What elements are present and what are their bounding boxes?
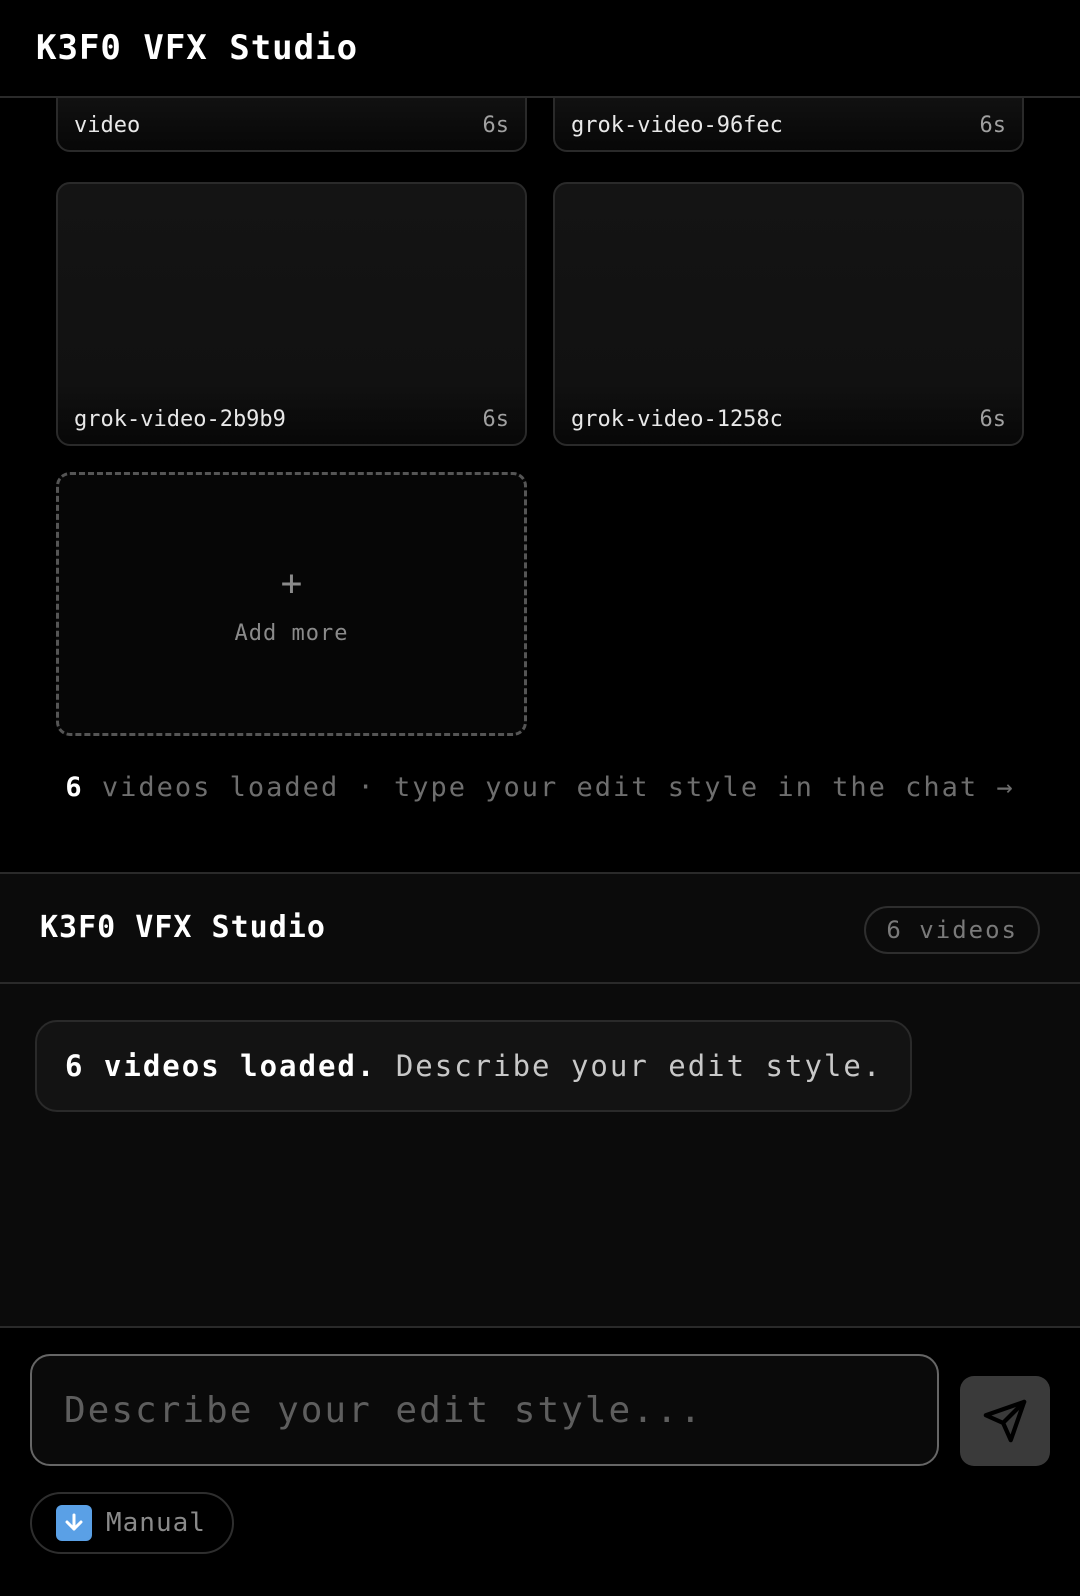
video-duration: 6s bbox=[482, 407, 510, 432]
chat-header: K3F0 VFX Studio 6 videos bbox=[0, 872, 1080, 984]
edit-style-input[interactable] bbox=[30, 1354, 939, 1466]
video-card[interactable]: grok-video-96fec 6s bbox=[553, 98, 1024, 152]
hint-text: videos loaded · type your edit style in … bbox=[101, 772, 1015, 803]
video-card[interactable]: video 6s bbox=[56, 98, 527, 152]
videos-count: 6 bbox=[65, 772, 84, 803]
video-duration: 6s bbox=[979, 113, 1007, 138]
videos-loaded-hint: 6 videos loaded · type your edit style i… bbox=[0, 772, 1080, 803]
send-icon bbox=[983, 1399, 1027, 1443]
video-card[interactable]: grok-video-2b9b9 6s bbox=[56, 182, 527, 446]
assistant-message: 6 videos loaded. Describe your edit styl… bbox=[35, 1020, 913, 1112]
message-emphasis: 6 videos loaded. bbox=[65, 1049, 377, 1083]
video-card[interactable]: grok-video-1258c 6s bbox=[553, 182, 1024, 446]
top-bar: K3F0 VFX Studio bbox=[0, 0, 1080, 98]
video-duration: 6s bbox=[979, 407, 1007, 432]
message-text: Describe your edit style. bbox=[395, 1049, 883, 1083]
add-more-button[interactable]: + Add more bbox=[56, 472, 527, 736]
download-arrow-icon bbox=[56, 1505, 92, 1541]
app-title: K3F0 VFX Studio bbox=[36, 28, 359, 68]
chat-composer: Manual bbox=[0, 1328, 1080, 1596]
video-name: grok-video-96fec bbox=[571, 113, 783, 138]
video-name: grok-video-1258c bbox=[571, 407, 783, 432]
chat-title: K3F0 VFX Studio bbox=[40, 910, 326, 945]
plus-icon: + bbox=[280, 563, 303, 604]
video-name: grok-video-2b9b9 bbox=[74, 407, 286, 432]
manual-download-button[interactable]: Manual bbox=[30, 1492, 234, 1554]
add-more-label: Add more bbox=[234, 621, 349, 646]
video-name: video bbox=[74, 113, 141, 138]
video-count-badge: 6 videos bbox=[864, 906, 1040, 954]
chat-messages: 6 videos loaded. Describe your edit styl… bbox=[0, 984, 1080, 1328]
video-duration: 6s bbox=[482, 113, 510, 138]
manual-label: Manual bbox=[106, 1508, 206, 1538]
send-button[interactable] bbox=[960, 1376, 1050, 1466]
video-gallery: video 6s grok-video-96fec 6s grok-video-… bbox=[0, 98, 1080, 872]
